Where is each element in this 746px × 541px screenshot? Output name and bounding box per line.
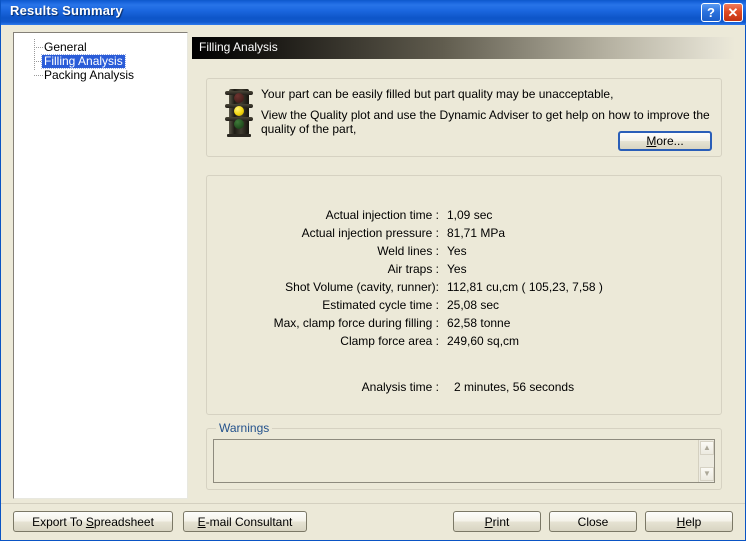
traffic-light-green-lamp — [234, 119, 244, 129]
traffic-light-red-lamp — [234, 93, 244, 103]
tree-item-label: General — [44, 39, 87, 54]
row-label: Clamp force area : — [340, 334, 439, 348]
results-groupbox: Actual injection time : 1,09 sec Actual … — [206, 175, 722, 415]
scroll-down-icon[interactable]: ▼ — [700, 467, 714, 481]
content-panel: Filling Analysis Your part can be easily… — [192, 32, 735, 499]
window-title: Results Summary — [10, 3, 123, 18]
button-bar: Export To Spreadsheet E-mail Consultant … — [1, 503, 745, 540]
row-label: Air traps : — [387, 262, 439, 276]
row-label: Actual injection pressure : — [301, 226, 439, 240]
row-value: Yes — [447, 244, 467, 258]
tree-item-packing-analysis[interactable]: Packing Analysis — [32, 68, 187, 82]
title-bar: Results Summary ? ✕ — [1, 0, 746, 25]
table-row: Clamp force area : 249,60 sq,cm — [207, 332, 723, 350]
analysis-tree-panel[interactable]: General Filling Analysis Packing Analysi… — [13, 32, 188, 499]
warnings-groupbox: Warnings ▲ ▼ — [206, 421, 722, 490]
table-row: Actual injection time : 1,09 sec — [207, 206, 723, 224]
analysis-time-label: Analysis time : — [361, 380, 439, 394]
print-button[interactable]: Print — [453, 511, 541, 532]
warnings-scrollbar[interactable]: ▲ ▼ — [698, 440, 714, 482]
warnings-legend: Warnings — [216, 421, 273, 435]
row-label: Weld lines : — [377, 244, 439, 258]
traffic-light-base — [227, 134, 251, 137]
row-value: 25,08 sec — [447, 298, 500, 312]
analysis-time-value: 2 minutes, 56 seconds — [454, 380, 575, 394]
row-label: Estimated cycle time : — [322, 298, 439, 312]
message-groupbox: Your part can be easily filled but part … — [206, 78, 722, 157]
message-line-1: Your part can be easily filled but part … — [261, 87, 614, 101]
tree-item-general[interactable]: General — [32, 40, 187, 54]
row-label: Actual injection time : — [325, 208, 439, 222]
row-value: Yes — [447, 262, 467, 276]
warnings-textarea[interactable]: ▲ ▼ — [213, 439, 715, 483]
table-row: Air traps : Yes — [207, 260, 723, 278]
table-row: Shot Volume (cavity, runner): 112,81 cu,… — [207, 278, 723, 296]
section-header-title: Filling Analysis — [199, 40, 278, 54]
row-value: 81,71 MPa — [447, 226, 506, 240]
close-button[interactable]: Close — [549, 511, 637, 532]
row-label: Shot Volume (cavity, runner): — [285, 280, 439, 294]
analysis-time-row: Analysis time : 2 minutes, 56 seconds — [207, 380, 723, 394]
table-row: Max, clamp force during filling : 62,58 … — [207, 314, 723, 332]
close-icon[interactable]: ✕ — [723, 3, 743, 22]
table-row: Weld lines : Yes — [207, 242, 723, 260]
row-value: 112,81 cu,cm ( 105,23, 7,58 ) — [447, 280, 603, 294]
tree-item-label: Packing Analysis — [44, 67, 135, 82]
help-button[interactable]: Help — [645, 511, 733, 532]
help-icon[interactable]: ? — [701, 3, 721, 22]
email-consultant-button[interactable]: E-mail Consultant — [183, 511, 307, 532]
tree-item-label: Filling Analysis — [41, 53, 126, 69]
results-summary-window: Results Summary ? ✕ General Filling Anal… — [0, 0, 746, 541]
row-label: Max, clamp force during filling : — [273, 316, 439, 330]
row-value: 249,60 sq,cm — [447, 334, 520, 348]
tree-item-filling-analysis[interactable]: Filling Analysis — [32, 53, 187, 69]
results-table: Actual injection time : 1,09 sec Actual … — [207, 206, 723, 350]
table-row: Actual injection pressure : 81,71 MPa — [207, 224, 723, 242]
traffic-light-amber-lamp — [234, 106, 244, 116]
section-header-bar: Filling Analysis — [192, 37, 735, 59]
message-text: Your part can be easily filled but part … — [261, 87, 711, 136]
scroll-up-icon[interactable]: ▲ — [700, 441, 714, 455]
table-row: Estimated cycle time : 25,08 sec — [207, 296, 723, 314]
traffic-light-icon — [223, 89, 253, 139]
row-value: 1,09 sec — [447, 208, 493, 222]
more-button[interactable]: More... — [618, 131, 712, 151]
row-value: 62,58 tonne — [447, 316, 511, 330]
export-to-spreadsheet-button[interactable]: Export To Spreadsheet — [13, 511, 173, 532]
